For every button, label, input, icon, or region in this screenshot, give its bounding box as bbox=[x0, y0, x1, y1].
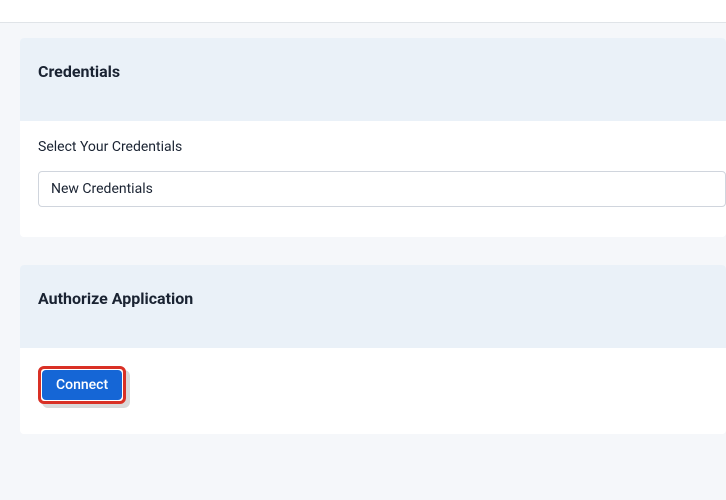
credentials-body: Select Your Credentials New Credentials bbox=[20, 121, 726, 237]
credentials-title: Credentials bbox=[38, 62, 708, 81]
credentials-select[interactable]: New Credentials bbox=[38, 171, 726, 207]
authorize-title: Authorize Application bbox=[38, 289, 708, 308]
top-bar bbox=[0, 0, 726, 23]
select-credentials-label: Select Your Credentials bbox=[38, 139, 726, 155]
connect-highlight: Connect bbox=[38, 366, 126, 404]
credentials-card: Credentials Select Your Credentials New … bbox=[20, 38, 726, 237]
authorize-header: Authorize Application bbox=[20, 265, 726, 348]
authorize-body: Connect bbox=[20, 348, 726, 434]
authorize-card: Authorize Application Connect bbox=[20, 265, 726, 434]
connect-button[interactable]: Connect bbox=[42, 370, 122, 400]
credentials-header: Credentials bbox=[20, 38, 726, 121]
credentials-select-value: New Credentials bbox=[51, 181, 153, 197]
content-area: Credentials Select Your Credentials New … bbox=[0, 23, 726, 477]
